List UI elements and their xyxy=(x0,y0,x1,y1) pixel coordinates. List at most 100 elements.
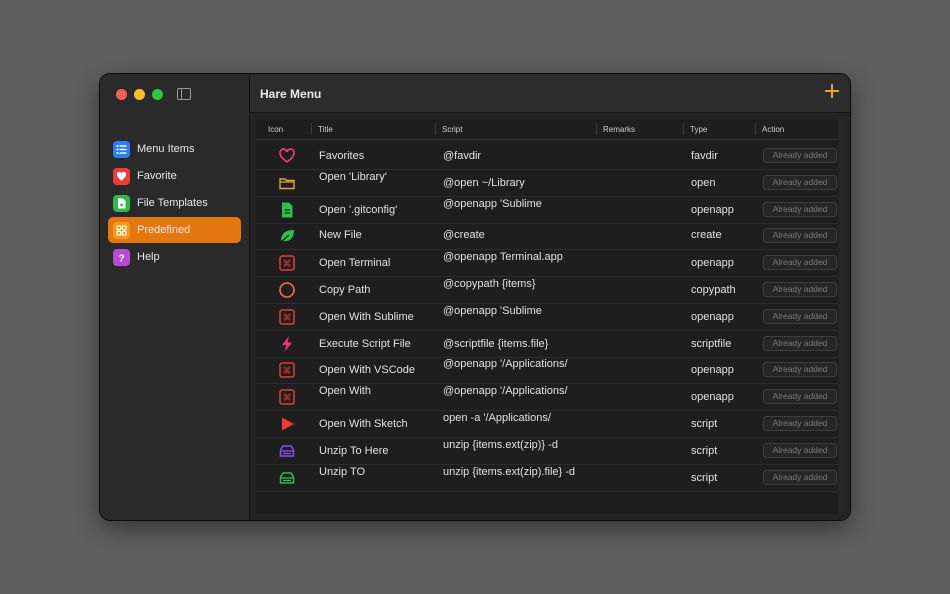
minimize-button[interactable] xyxy=(134,89,145,100)
svg-text:⌘: ⌘ xyxy=(283,313,292,323)
table-row[interactable]: Open 'Library' @open ~/Library open Already… xyxy=(256,170,844,197)
table-row[interactable]: Unzip To Here unzip {items.ext(zip)} -d sc… xyxy=(256,438,844,465)
sidebar-toggle-icon[interactable] xyxy=(177,88,191,100)
column-divider[interactable] xyxy=(596,123,597,135)
already-added-button[interactable]: Already added xyxy=(763,201,837,217)
list-icon xyxy=(113,140,130,158)
table-row[interactable]: ⌘ Open With Sublime @openapp 'Sublime opena… xyxy=(256,304,844,331)
already-added-button[interactable]: Already added xyxy=(763,148,837,163)
table-row[interactable]: Copy Path @copypath {items} copypath Alread… xyxy=(256,277,844,304)
already-added-button[interactable]: Already added xyxy=(763,416,837,431)
already-added-button[interactable]: Already added xyxy=(763,362,837,378)
close-button[interactable] xyxy=(116,89,127,100)
sidebar: Menu Items Favorite File Templates Predefin… xyxy=(100,74,250,520)
table-row[interactable]: Favorites @favdir favdir Already added xyxy=(256,143,844,170)
column-header-remarks[interactable]: Remarks xyxy=(603,125,635,134)
row-title: Favorites xyxy=(319,150,365,162)
column-divider[interactable] xyxy=(755,123,756,135)
row-title: Open 'Library' xyxy=(319,170,387,183)
main-panel: Hare Menu Icon Title Script Remarks Type Acti… xyxy=(250,74,850,520)
add-button[interactable] xyxy=(824,83,840,99)
row-type: openapp xyxy=(691,310,734,323)
sidebar-item-label: Predefined xyxy=(137,224,191,236)
column-header-title[interactable]: Title xyxy=(318,125,333,134)
already-added-button[interactable]: Already added xyxy=(763,389,837,405)
column-header-icon[interactable]: Icon xyxy=(268,125,283,134)
sidebar-item-file-templates[interactable]: File Templates xyxy=(108,190,241,216)
table-row[interactable]: Execute Script File @scriptfile {items.fi… xyxy=(256,331,844,358)
row-type: openapp xyxy=(691,203,734,216)
window-controls xyxy=(116,89,163,100)
already-added-button[interactable]: Already added xyxy=(763,174,837,190)
already-added-button[interactable]: Already added xyxy=(763,255,837,271)
command-icon: ⌘ xyxy=(278,361,296,379)
sidebar-item-label: Favorite xyxy=(137,170,177,182)
sidebar-item-favorite[interactable]: Favorite xyxy=(108,163,241,189)
command-icon: ⌘ xyxy=(278,254,296,272)
command-icon: ⌘ xyxy=(278,388,296,406)
lightning-icon xyxy=(278,335,296,353)
tray-icon xyxy=(278,442,296,460)
row-title: Open '.gitconfig' xyxy=(319,203,398,216)
scrollbar[interactable] xyxy=(838,119,844,514)
table-row[interactable]: ⌘ Open With VSCode @openapp '/Applications… xyxy=(256,357,844,385)
row-type: script xyxy=(691,471,718,484)
predefined-table: Icon Title Script Remarks Type Action Favorit… xyxy=(256,119,844,514)
row-title: Open With xyxy=(319,385,371,398)
row-script: @openapp '/Applications/ xyxy=(443,385,568,398)
already-added-button[interactable]: Already added xyxy=(763,335,837,351)
tray-icon xyxy=(278,469,296,487)
row-type: scriptfile xyxy=(691,337,732,350)
row-type: script xyxy=(691,418,718,430)
table-row[interactable]: New File @create create Already added xyxy=(256,223,844,251)
grid-icon xyxy=(113,221,130,239)
table-row[interactable]: ⌘ Open Terminal @openapp Terminal.app opena… xyxy=(256,250,844,278)
app-window: Menu Items Favorite File Templates Predefin… xyxy=(100,74,850,520)
column-header-type[interactable]: Type xyxy=(690,125,707,134)
sidebar-item-label: Menu Items xyxy=(137,143,195,155)
table-row[interactable]: ⌘ Open With @openapp '/Applications/openap… xyxy=(256,384,844,412)
column-header-action[interactable]: Action xyxy=(762,125,784,134)
zoom-button[interactable] xyxy=(152,89,163,100)
play-icon xyxy=(278,415,296,433)
sidebar-nav: Menu Items Favorite File Templates Predefin… xyxy=(108,136,241,271)
sidebar-item-menu-items[interactable]: Menu Items xyxy=(108,136,241,162)
column-divider[interactable] xyxy=(435,123,436,135)
already-added-button[interactable]: Already added xyxy=(763,228,837,244)
table-row[interactable]: Open With Sketch open -a '/Applications/s… xyxy=(256,411,844,438)
file-template-icon xyxy=(113,194,130,212)
row-title: New File xyxy=(319,229,362,242)
already-added-button[interactable]: Already added xyxy=(763,442,837,458)
row-script: @scriptfile {items.file} xyxy=(443,337,549,350)
row-script: @openapp '/Applications/ xyxy=(443,358,568,371)
row-title: Open Terminal xyxy=(319,257,391,270)
row-title: Unzip To Here xyxy=(319,444,389,457)
column-divider[interactable] xyxy=(683,123,684,135)
already-added-button[interactable]: Already added xyxy=(763,469,837,485)
row-script: unzip {items.ext(zip)} -d xyxy=(443,438,558,451)
sidebar-item-help[interactable]: ? Help xyxy=(108,244,241,270)
file-icon xyxy=(278,201,296,219)
row-script: @openapp Terminal.app xyxy=(443,251,563,264)
circle-icon xyxy=(278,281,296,299)
row-title: Copy Path xyxy=(319,284,371,296)
svg-text:⌘: ⌘ xyxy=(283,260,292,270)
table-row[interactable]: Unzip TO unzip {items.ext(zip).file} -d sc… xyxy=(256,465,844,492)
page-title: Hare Menu xyxy=(260,87,322,101)
row-script: open -a '/Applications/ xyxy=(443,412,551,424)
row-type: script xyxy=(691,444,718,457)
svg-text:⌘: ⌘ xyxy=(283,367,292,377)
row-type: openapp xyxy=(691,391,734,404)
row-script: @favdir xyxy=(443,150,482,162)
already-added-button[interactable]: Already added xyxy=(763,282,837,297)
column-divider[interactable] xyxy=(311,123,312,135)
row-type: openapp xyxy=(691,257,734,270)
table-row[interactable]: Open '.gitconfig' @openapp 'Sublime openap… xyxy=(256,197,844,224)
sidebar-item-label: File Templates xyxy=(137,197,208,209)
sidebar-item-predefined[interactable]: Predefined xyxy=(108,217,241,243)
already-added-button[interactable]: Already added xyxy=(763,308,837,324)
row-title: Execute Script File xyxy=(319,337,411,350)
column-header-script[interactable]: Script xyxy=(442,125,462,134)
leaf-icon xyxy=(278,227,296,245)
heart-outline-icon xyxy=(278,147,296,165)
